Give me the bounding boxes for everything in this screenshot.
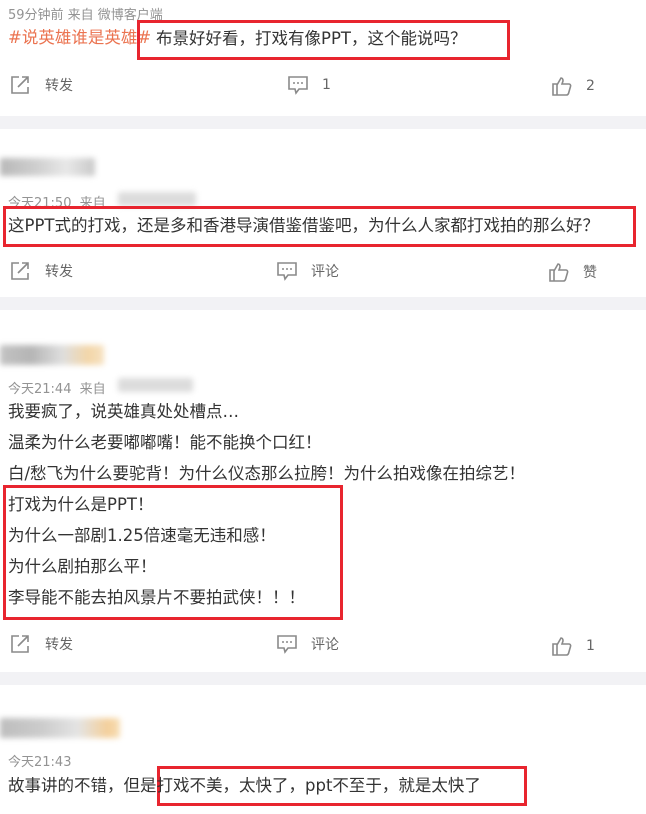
like-button[interactable]: 1	[551, 636, 595, 656]
repost-icon	[11, 76, 29, 94]
repost-button[interactable]: 转发	[10, 75, 73, 95]
like-label: 赞	[583, 265, 597, 281]
like-count: 1	[586, 638, 595, 654]
timestamp: 今天21:44	[8, 382, 72, 397]
avatar-username-blurred[interactable]	[0, 718, 120, 738]
thumbs-up-icon	[552, 637, 572, 656]
comment-label: 评论	[311, 637, 339, 653]
post3-line: 李导能不能去拍风景片不要拍武侠！！！	[8, 588, 305, 607]
post1-text: 布景好好看，打戏有像PPT，这个能说吗？	[156, 29, 467, 48]
repost-icon	[11, 635, 29, 653]
comment-icon	[277, 635, 297, 654]
thumbs-up-icon	[552, 77, 572, 96]
post2-text: 这PPT式的打戏，还是多和香港导演借鉴借鉴吧，为什么人家都打戏拍的那么好？	[8, 216, 599, 235]
like-button[interactable]: 赞	[548, 262, 597, 282]
post3-line: 为什么剧拍那么平！	[8, 557, 157, 576]
post3-line: 为什么一部剧1.25倍速毫无违和感！	[8, 526, 276, 545]
repost-button[interactable]: 转发	[10, 261, 73, 281]
post3-line: 白/愁飞为什么要驼背！为什么仪态那么拉胯！为什么拍戏像在拍综艺！	[8, 464, 526, 483]
repost-label: 转发	[45, 78, 73, 94]
comment-label: 评论	[311, 264, 339, 280]
divider	[0, 116, 646, 129]
comment-button[interactable]: 1	[287, 75, 331, 95]
post4-meta: 今天21:43	[8, 751, 71, 770]
avatar-username-blurred[interactable]	[0, 158, 95, 176]
divider	[0, 297, 646, 310]
timestamp: 今天21:43	[8, 755, 72, 770]
comment-button[interactable]: 评论	[276, 261, 339, 281]
hashtag-link[interactable]: #说英雄谁是英雄#	[8, 28, 151, 47]
repost-button[interactable]: 转发	[10, 634, 73, 654]
avatar-username-blurred[interactable]	[0, 345, 104, 365]
post1-body: #说英雄谁是英雄#	[8, 27, 151, 49]
source-blurred	[118, 378, 193, 392]
post4-text: 故事讲的不错，但是打戏不美，太快了，ppt不至于，就是太快了	[8, 775, 481, 797]
comment-icon	[288, 76, 308, 95]
source-label: 来自	[79, 382, 106, 397]
repost-label: 转发	[45, 264, 73, 280]
comment-icon	[277, 262, 297, 281]
repost-icon	[11, 262, 29, 280]
source-blurred	[118, 192, 196, 206]
comment-count: 1	[322, 77, 331, 93]
divider	[0, 672, 646, 685]
like-button[interactable]: 2	[551, 76, 595, 96]
like-count: 2	[586, 78, 595, 94]
post3-line: 温柔为什么老要嘟嘟嘴！能不能换个口红！	[8, 433, 322, 452]
comment-button[interactable]: 评论	[276, 634, 339, 654]
post3-line: 我要疯了，说英雄真处处槽点…	[8, 402, 239, 421]
post4-text-prefix: 故事讲的不错，但是	[8, 776, 157, 795]
post3-line: 打戏为什么是PPT！	[8, 495, 154, 514]
post4-text-highlight: 打戏不美，太快了，ppt不至于，就是太快了	[156, 776, 481, 795]
post3-meta: 今天21:44 来自	[8, 378, 106, 397]
thumbs-up-icon	[549, 263, 569, 282]
repost-label: 转发	[45, 637, 73, 653]
